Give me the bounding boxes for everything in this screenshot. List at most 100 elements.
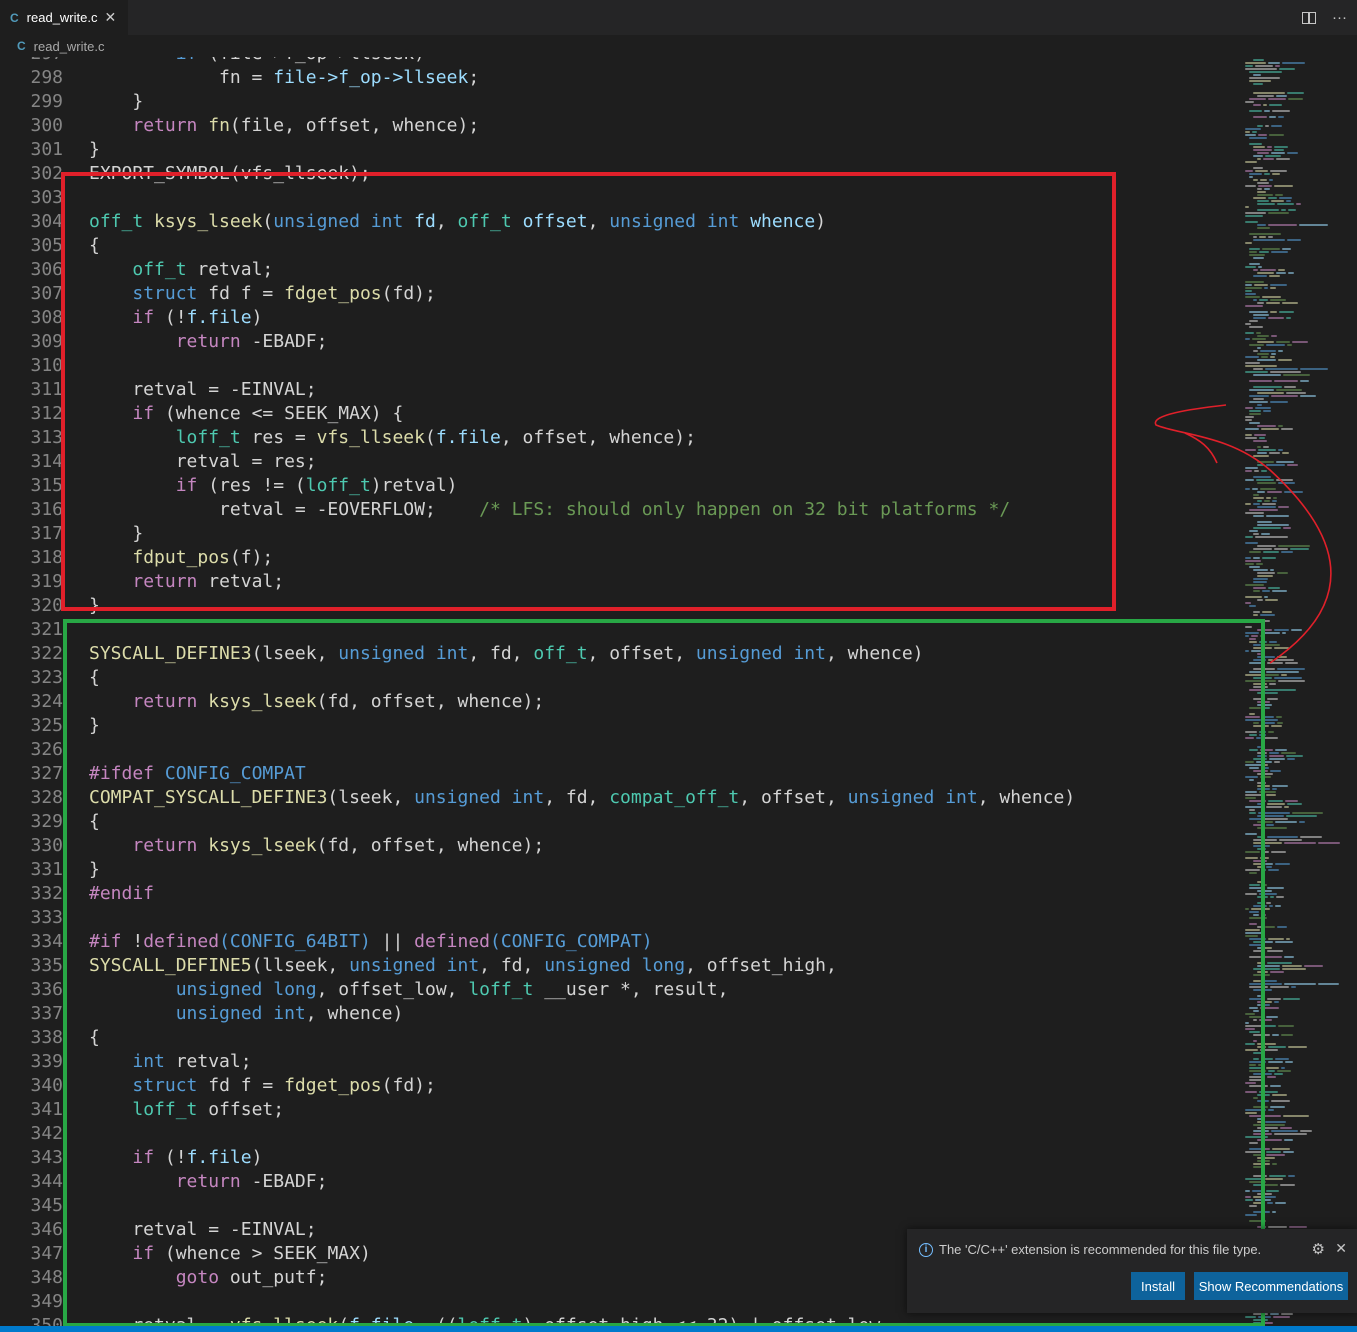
minimap-line xyxy=(1288,1175,1295,1177)
install-button[interactable]: Install xyxy=(1131,1272,1185,1300)
minimap-line xyxy=(1273,1316,1290,1318)
line-number: 338 xyxy=(30,1027,63,1048)
minimap-line xyxy=(1257,353,1269,355)
minimap-line xyxy=(1274,185,1293,187)
minimap-line xyxy=(1257,272,1274,274)
minimap-line xyxy=(1253,317,1266,319)
minimap-line xyxy=(1245,323,1251,325)
line-number: 323 xyxy=(30,667,63,688)
annotation-green-box xyxy=(63,619,1265,1327)
status-bar xyxy=(0,1326,1357,1332)
line-number: 308 xyxy=(30,307,63,328)
code-token: fn xyxy=(208,115,230,136)
minimap-line xyxy=(1270,1313,1279,1315)
line-number: 319 xyxy=(30,571,63,592)
minimap-line xyxy=(1263,719,1278,721)
line-number: 343 xyxy=(30,1147,63,1168)
gear-icon[interactable]: ⚙ xyxy=(1312,1240,1325,1258)
minimap-line xyxy=(1275,905,1281,907)
minimap-line xyxy=(1268,1061,1283,1063)
minimap-line xyxy=(1283,1151,1294,1153)
minimap-line xyxy=(1268,1046,1286,1048)
minimap-line xyxy=(1259,236,1266,238)
minimap-line xyxy=(1272,1034,1279,1036)
minimap-line xyxy=(1270,896,1274,898)
minimap-line xyxy=(1253,236,1257,238)
minimap-line xyxy=(1265,926,1275,928)
line-number: 306 xyxy=(30,259,63,280)
minimap-line xyxy=(1269,116,1276,118)
more-actions-icon[interactable]: ··· xyxy=(1332,9,1347,26)
minimap-line xyxy=(1300,380,1309,382)
minimap-line xyxy=(1274,761,1280,763)
line-number: 349 xyxy=(30,1291,63,1312)
close-icon[interactable]: ✕ xyxy=(104,9,116,26)
minimap-line xyxy=(1271,251,1288,253)
minimap-line xyxy=(1257,341,1274,343)
minimap-line xyxy=(1292,341,1308,343)
minimap-line xyxy=(1245,287,1262,289)
line-number: 341 xyxy=(30,1099,63,1120)
minimap-line xyxy=(1259,299,1268,301)
minimap-line xyxy=(1265,1121,1286,1123)
minimap-line xyxy=(1249,263,1260,265)
minimap-line xyxy=(1253,368,1263,370)
minimap-line xyxy=(1267,887,1284,889)
minimap-line xyxy=(1245,266,1256,268)
minimap-line xyxy=(1267,836,1298,838)
show-recommendations-button[interactable]: Show Recommendations xyxy=(1194,1272,1348,1300)
minimap-line xyxy=(1289,1226,1307,1228)
minimap-line xyxy=(1245,128,1261,130)
code-token: ->f_op->llseek xyxy=(316,67,469,88)
minimap-line xyxy=(1275,863,1290,865)
minimap-line xyxy=(1281,752,1296,754)
minimap-line xyxy=(1253,257,1264,259)
close-icon[interactable]: ✕ xyxy=(1335,1240,1347,1257)
minimap-line xyxy=(1253,197,1266,199)
minimap-line xyxy=(1269,275,1280,277)
minimap-line xyxy=(1253,269,1258,271)
minimap-line xyxy=(1272,1148,1290,1150)
minimap-line xyxy=(1249,137,1267,139)
minimap-line xyxy=(1245,296,1260,298)
minimap-line xyxy=(1286,392,1306,394)
minimap-line xyxy=(1268,1070,1275,1072)
split-editor-icon[interactable] xyxy=(1302,11,1316,24)
minimap-line xyxy=(1257,392,1284,394)
line-number: 302 xyxy=(30,163,63,184)
minimap-line xyxy=(1300,368,1328,370)
minimap-line xyxy=(1278,680,1305,682)
minimap-line xyxy=(1257,194,1273,196)
line-number: 297 xyxy=(0,57,63,66)
line-number: 332 xyxy=(30,883,63,904)
c-file-icon: C xyxy=(10,10,19,25)
minimap-line xyxy=(1276,389,1302,391)
minimap-line xyxy=(1270,170,1287,172)
tab-read-write-c[interactable]: C read_write.c ✕ xyxy=(0,0,128,35)
minimap-line xyxy=(1268,938,1284,940)
minimap-line xyxy=(1300,1130,1312,1132)
minimap-line xyxy=(1275,194,1283,196)
minimap-line xyxy=(1286,317,1291,319)
minimap-line xyxy=(1265,155,1281,157)
minimap-line xyxy=(1266,866,1272,868)
minimap-line xyxy=(1258,266,1262,268)
minimap-line xyxy=(1266,806,1282,808)
minimap-line xyxy=(1245,134,1256,136)
minimap-line xyxy=(1288,98,1303,100)
minimap-line xyxy=(1262,296,1281,298)
minimap-line xyxy=(1265,1178,1283,1180)
minimap-line xyxy=(1245,338,1250,340)
minimap-line xyxy=(1287,239,1301,241)
breadcrumb-file[interactable]: read_write.c xyxy=(34,39,105,54)
minimap-line xyxy=(1275,749,1287,751)
minimap-line xyxy=(1267,962,1292,964)
line-number: 327 xyxy=(30,763,63,784)
minimap-line xyxy=(1318,983,1339,985)
minimap-line xyxy=(1270,770,1281,772)
minimap-line xyxy=(1270,287,1276,289)
minimap-line xyxy=(1272,1163,1277,1165)
line-number: 330 xyxy=(30,835,63,856)
minimap-line xyxy=(1268,1109,1274,1111)
